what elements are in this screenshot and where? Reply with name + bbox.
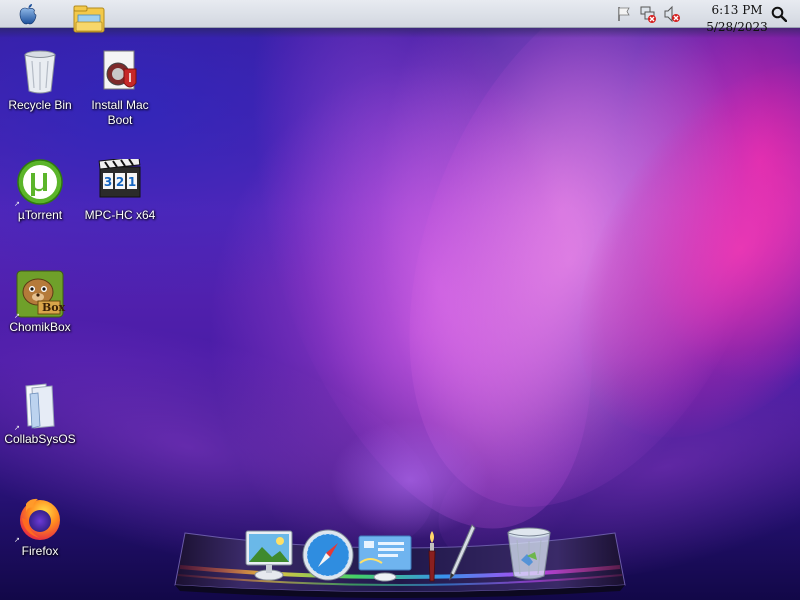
installer-icon — [96, 48, 144, 96]
flag-icon[interactable] — [615, 3, 633, 25]
install-mac-boot-label-line2: Boot — [107, 113, 133, 127]
display-settings-icon[interactable] — [356, 533, 414, 583]
svg-text:1: 1 — [128, 175, 136, 189]
desktop-icon-firefox[interactable]: ↗ Firefox — [0, 494, 80, 559]
paint-brush-icon[interactable] — [422, 529, 442, 585]
install-mac-boot-label-line1: Install Mac — [91, 98, 149, 112]
search-icon[interactable] — [770, 3, 788, 25]
chomikbox-icon: Box ↗ — [14, 270, 66, 320]
install-mac-boot-label: Install Mac Boot — [91, 98, 148, 128]
folder-documents-icon: ↗ — [14, 382, 64, 432]
desktop[interactable]: 6:13 PM 5/28/2023 Recycle Bin Install Ma… — [0, 0, 800, 600]
desktop-icon-chomikbox[interactable]: Box ↗ ChomikBox — [0, 270, 80, 335]
menu-bar: 6:13 PM 5/28/2023 — [0, 0, 800, 38]
wallpaper-petal — [337, 0, 800, 562]
network-error-icon[interactable] — [639, 3, 657, 25]
menu-bar-shadow — [0, 28, 800, 38]
shortcut-arrow-icon: ↗ — [14, 424, 20, 432]
desktop-icon-utorrent[interactable]: ↗ µTorrent — [0, 158, 80, 223]
desktop-icon-recycle-bin[interactable]: Recycle Bin — [0, 48, 80, 113]
collabsysos-label: CollabSysOS — [4, 432, 76, 446]
chomikbox-label: ChomikBox — [9, 320, 71, 334]
recycle-bin-label: Recycle Bin — [8, 98, 72, 112]
shortcut-arrow-icon: ↗ — [14, 312, 20, 320]
trash-icon[interactable] — [504, 525, 554, 583]
dock — [170, 515, 630, 600]
mpc-hc-label: MPC-HC x64 — [84, 208, 156, 222]
wallpaper-petal — [513, 3, 800, 497]
desktop-icon-mpc-hc[interactable]: 3 2 1 MPC-HC x64 — [80, 158, 160, 223]
shortcut-arrow-icon: ↗ — [14, 536, 20, 544]
volume-muted-icon[interactable] — [663, 3, 681, 25]
firefox-label: Firefox — [21, 544, 59, 558]
utorrent-icon: ↗ — [14, 158, 64, 208]
clock-time[interactable]: 6:13 PM — [702, 3, 772, 17]
firefox-icon: ↗ — [14, 494, 64, 544]
shortcut-arrow-icon: ↗ — [14, 200, 20, 208]
recycle-bin-icon — [16, 48, 64, 96]
desktop-icon-install-mac-boot[interactable]: Install Mac Boot — [80, 48, 160, 128]
desktop-icon-collabsysos[interactable]: ↗ CollabSysOS — [0, 382, 80, 447]
utorrent-label: µTorrent — [17, 208, 63, 222]
wallpaper-petal — [181, 0, 659, 572]
apple-icon[interactable] — [16, 3, 40, 25]
image-viewer-icon[interactable] — [242, 527, 296, 583]
file-explorer-icon[interactable] — [72, 4, 106, 34]
svg-text:2: 2 — [116, 175, 124, 189]
svg-text:3: 3 — [104, 175, 112, 189]
mpc-hc-icon: 3 2 1 — [96, 158, 144, 206]
clock-date[interactable]: 5/28/2023 — [702, 20, 772, 34]
safari-compass-icon[interactable] — [300, 527, 356, 583]
pen-tool-icon[interactable] — [446, 523, 476, 583]
chomikbox-icon-text: Box — [42, 301, 66, 314]
mouse-cursor — [582, 593, 592, 600]
